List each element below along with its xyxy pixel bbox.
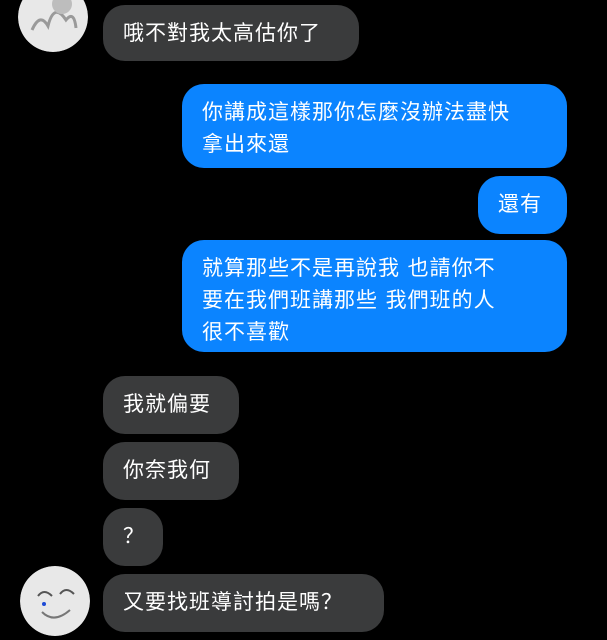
sent-message[interactable]: 就算那些不是再說我 也請你不 要在我們班講那些 我們班的人 很不喜歡 — [182, 240, 567, 352]
received-message[interactable]: 你奈我何 — [103, 442, 239, 500]
sent-message[interactable]: 你講成這樣那你怎麼沒辦法盡快 拿出來還 — [182, 84, 567, 168]
received-message[interactable]: 我就偏要 — [103, 376, 239, 434]
conversation-thread: 哦不對我太高估你了 你講成這樣那你怎麼沒辦法盡快 拿出來還 還有 就算那些不是再… — [0, 0, 607, 640]
received-message[interactable]: ？ — [103, 508, 163, 566]
received-message[interactable]: 又要找班導討拍是嗎？ — [103, 574, 384, 632]
sent-message[interactable]: 還有 — [478, 176, 567, 234]
contact-avatar-icon[interactable] — [20, 566, 90, 636]
contact-avatar-icon[interactable] — [18, 0, 88, 52]
received-message[interactable]: 哦不對我太高估你了 — [103, 5, 359, 61]
